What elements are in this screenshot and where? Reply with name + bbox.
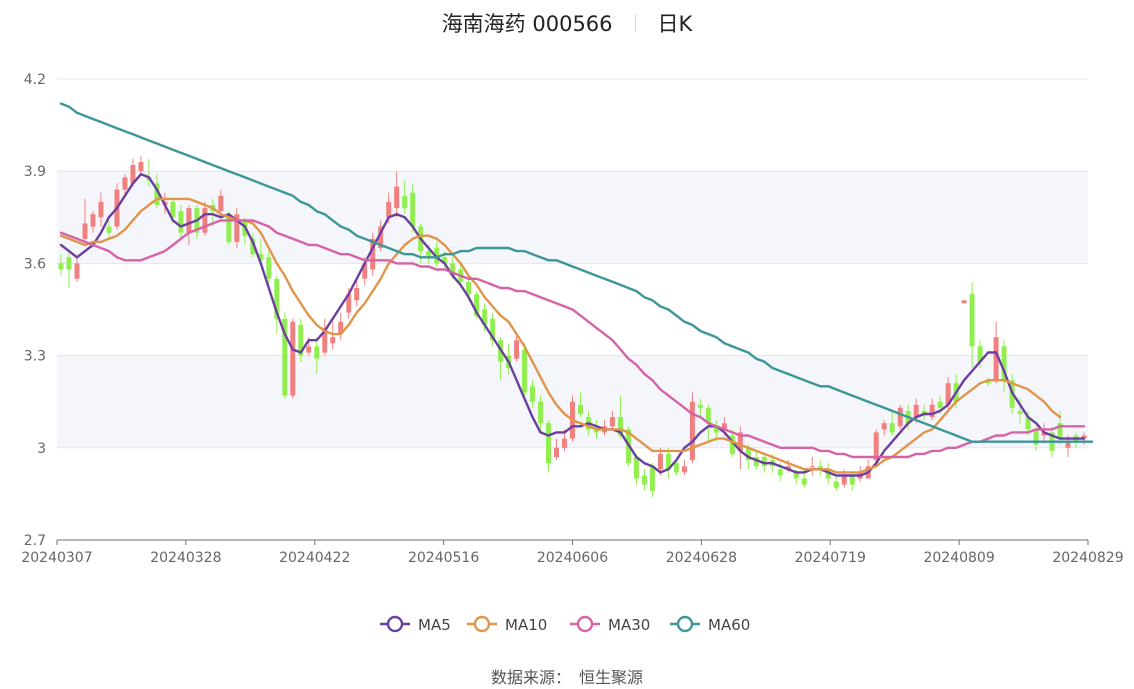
- legend-marker: [473, 615, 491, 633]
- y-tick-label: 3.3: [24, 349, 46, 365]
- y-tick-label: 2.7: [24, 533, 46, 549]
- x-axis: 20240307 20240328 20240422 20240516 20240606…: [21, 539, 1124, 566]
- x-tick-label: 20240328: [150, 550, 221, 566]
- candle-body: [833, 481, 839, 488]
- candle-body: [641, 475, 647, 485]
- x-tick-label: 20240307: [21, 550, 92, 566]
- candle-body: [66, 257, 72, 270]
- candle-body: [58, 263, 64, 270]
- x-tick-label: 20240829: [1052, 550, 1123, 566]
- candle-body: [186, 208, 192, 233]
- candle-body: [98, 201, 104, 218]
- candle-body: [266, 257, 272, 279]
- candle-body: [290, 321, 296, 396]
- candle-body: [961, 300, 967, 304]
- candle: [282, 312, 288, 399]
- band: [57, 447, 1088, 540]
- candle-body: [74, 263, 80, 279]
- legend-item-ma5[interactable]: MA5: [380, 615, 451, 634]
- candle-body: [354, 287, 360, 301]
- candlestick-chart: 2.7 3 3.3 3.6 3.9 4.2 20240307 20240328 2024042…: [21, 72, 1124, 634]
- legend-label: MA10: [505, 616, 547, 634]
- candle-body: [673, 463, 679, 473]
- candle-body: [889, 423, 895, 433]
- candle-body: [681, 466, 687, 473]
- candle-body: [937, 401, 943, 408]
- legend-label: MA60: [708, 616, 750, 634]
- candle-body: [969, 294, 975, 347]
- candle-body: [801, 478, 807, 485]
- candle-body: [122, 177, 128, 190]
- band: [57, 79, 1088, 172]
- candle-body: [562, 438, 567, 448]
- candle: [370, 232, 376, 276]
- y-tick-label: 3: [37, 441, 46, 457]
- candle-body: [841, 475, 847, 485]
- legend-item-ma10[interactable]: MA10: [467, 615, 547, 634]
- candle-body: [178, 211, 184, 233]
- candle: [961, 300, 967, 304]
- candle-body: [554, 447, 559, 458]
- data-source: 数据来源： 恒生聚源: [0, 664, 1134, 688]
- x-tick-label: 20240809: [923, 550, 994, 566]
- candle-body: [538, 401, 544, 424]
- candle-body: [386, 201, 392, 218]
- legend-marker: [386, 615, 404, 633]
- legend-label: MA5: [418, 616, 451, 634]
- band: [57, 171, 1088, 264]
- legend-label: MA30: [608, 616, 650, 634]
- legend-item-ma30[interactable]: MA30: [570, 615, 650, 634]
- x-tick-label: 20240422: [279, 550, 350, 566]
- candle-body: [306, 346, 312, 353]
- candle-body: [1017, 410, 1023, 414]
- y-tick-label: 3.9: [24, 164, 46, 180]
- candle-body: [330, 337, 336, 344]
- candle-body: [218, 195, 224, 212]
- candle-body: [410, 192, 416, 227]
- candle-body: [522, 349, 528, 393]
- legend-item-ma60[interactable]: MA60: [670, 615, 750, 634]
- candle-body: [809, 466, 815, 468]
- legend-marker: [576, 615, 594, 633]
- legend[interactable]: MA5 MA10 MA30 MA60: [380, 615, 750, 634]
- source-value: 恒生聚源: [579, 668, 644, 687]
- x-tick-label: 20240606: [537, 550, 608, 566]
- candle: [897, 404, 903, 430]
- candle-body: [849, 475, 855, 485]
- y-tick-label: 3.6: [24, 256, 46, 272]
- candle-body: [609, 417, 615, 427]
- candle-body: [90, 214, 96, 227]
- x-tick-label: 20240628: [666, 550, 737, 566]
- candle-body: [578, 404, 583, 414]
- candle-body: [106, 226, 112, 233]
- source-label: 数据来源：: [490, 668, 571, 687]
- candle-body: [138, 161, 144, 172]
- candle-body: [689, 401, 695, 461]
- candle-body: [657, 453, 663, 470]
- candle-body: [929, 404, 935, 418]
- candle-body: [881, 423, 887, 430]
- candle-body: [777, 469, 783, 476]
- legend-marker: [676, 615, 694, 633]
- candle-body: [402, 195, 408, 209]
- candle: [298, 318, 304, 362]
- candle-body: [82, 223, 88, 239]
- x-tick-label: 20240719: [795, 550, 866, 566]
- candle: [689, 392, 695, 464]
- candle-body: [514, 340, 520, 359]
- candle-body: [394, 186, 400, 209]
- candle: [290, 318, 296, 399]
- candle-body: [633, 457, 639, 479]
- y-tick-label: 4.2: [24, 72, 46, 88]
- candle-body: [202, 208, 208, 233]
- candle-body: [314, 346, 320, 359]
- candle-body: [466, 281, 472, 295]
- candle-body: [697, 404, 703, 408]
- candle-body: [530, 386, 536, 402]
- y-axis: 2.7 3 3.3 3.6 3.9 4.2: [24, 72, 46, 549]
- candle-body: [546, 423, 552, 464]
- candle-body: [649, 466, 655, 491]
- x-tick-label: 20240516: [408, 550, 479, 566]
- candle-body: [897, 407, 903, 427]
